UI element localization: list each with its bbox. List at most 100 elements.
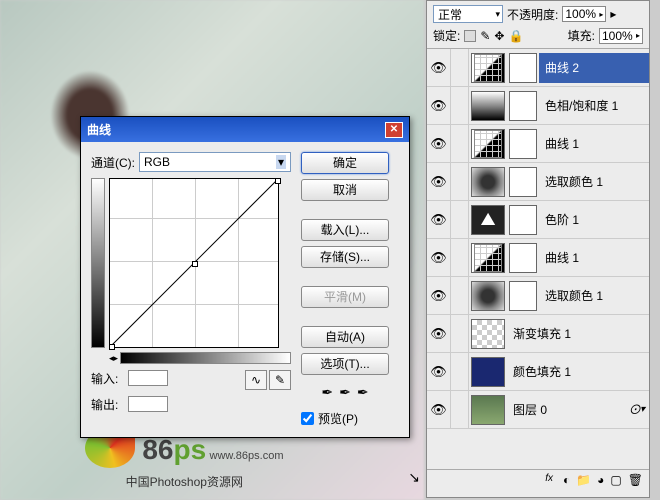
load-button[interactable]: 载入(L)... — [301, 219, 389, 241]
layer-row[interactable]: 👁 曲线 1 — [427, 125, 649, 163]
layer-row[interactable]: 👁 渐变填充 1 — [427, 315, 649, 353]
layer-mask-thumbnail[interactable] — [509, 205, 537, 235]
layer-row[interactable]: 👁 选取颜色 1 — [427, 277, 649, 315]
layer-name[interactable]: 选取颜色 1 — [539, 281, 649, 311]
black-eyedropper-icon[interactable]: ✒ — [321, 384, 333, 401]
layer-name[interactable]: 颜色填充 1 — [507, 357, 649, 387]
layer-thumbnail[interactable] — [471, 281, 505, 311]
dialog-titlebar[interactable]: 曲线 ✕ — [81, 117, 409, 142]
fx-icon[interactable]: fx — [545, 473, 553, 487]
save-button[interactable]: 存储(S)... — [301, 246, 389, 268]
horizontal-gradient — [120, 352, 291, 364]
link-slot[interactable] — [451, 49, 469, 86]
link-slot[interactable] — [451, 315, 469, 352]
curve-grid[interactable] — [109, 178, 279, 348]
layer-name[interactable]: 图层 0 — [507, 395, 630, 425]
channel-select[interactable]: RGB — [139, 152, 291, 172]
document-resize-icon[interactable]: ↘ — [408, 469, 420, 486]
layer-row[interactable]: 👁 图层 0⨀▾ — [427, 391, 649, 429]
layer-row[interactable]: 👁 选取颜色 1 — [427, 163, 649, 201]
output-field[interactable] — [128, 396, 168, 412]
visibility-eye-icon[interactable]: 👁 — [427, 391, 451, 428]
link-slot[interactable] — [451, 163, 469, 200]
options-button[interactable]: 选项(T)... — [301, 353, 389, 375]
layer-thumbnail[interactable] — [471, 53, 505, 83]
link-slot[interactable] — [451, 125, 469, 162]
layer-mask-thumbnail[interactable] — [509, 167, 537, 197]
layer-row[interactable]: 👁 色阶 1 — [427, 201, 649, 239]
visibility-eye-icon[interactable]: 👁 — [427, 125, 451, 162]
layer-thumbnail[interactable] — [471, 205, 505, 235]
layer-row[interactable]: 👁 色相/饱和度 1 — [427, 87, 649, 125]
layer-mask-thumbnail[interactable] — [509, 129, 537, 159]
layer-thumbnail[interactable] — [471, 319, 505, 349]
layer-name[interactable]: 曲线 2 — [539, 53, 649, 83]
lock-transparency-icon[interactable] — [464, 30, 476, 42]
link-slot[interactable] — [451, 201, 469, 238]
visibility-eye-icon[interactable]: 👁 — [427, 277, 451, 314]
layer-name[interactable]: 色阶 1 — [539, 205, 649, 235]
curve-point[interactable] — [109, 344, 115, 350]
opacity-label: 不透明度: — [507, 6, 558, 23]
visibility-eye-icon[interactable]: 👁 — [427, 353, 451, 390]
opacity-input[interactable]: 100% — [562, 6, 606, 22]
lock-move-icon[interactable]: ✥ — [494, 29, 504, 43]
adjustment-layer-icon[interactable]: ◕ — [597, 473, 604, 487]
layer-thumbnail[interactable] — [471, 395, 505, 425]
layer-thumbnail[interactable] — [471, 129, 505, 159]
pencil-mode-button[interactable]: ✎ — [269, 370, 291, 390]
panel-menu-icon[interactable]: ▸ — [610, 7, 616, 21]
curve-mode-button[interactable]: ∿ — [245, 370, 267, 390]
layer-name[interactable]: 曲线 1 — [539, 129, 649, 159]
visibility-eye-icon[interactable]: 👁 — [427, 239, 451, 276]
input-field[interactable] — [128, 370, 168, 386]
new-group-icon[interactable]: 📁 — [576, 473, 591, 487]
link-slot[interactable] — [451, 87, 469, 124]
white-eyedropper-icon[interactable]: ✒ — [357, 384, 369, 401]
lock-brush-icon[interactable]: ✎ — [480, 29, 490, 43]
curve-point[interactable] — [192, 261, 198, 267]
preview-checkbox[interactable]: 预览(P) — [301, 410, 389, 427]
delete-layer-icon[interactable]: 🗑 — [628, 473, 643, 487]
smooth-button: 平滑(M) — [301, 286, 389, 308]
layer-mask-icon[interactable]: ◐ — [563, 473, 570, 487]
lock-all-icon[interactable]: 🔒 — [508, 29, 523, 43]
blend-mode-select[interactable]: 正常 — [433, 5, 503, 23]
layer-row[interactable]: 👁 颜色填充 1 — [427, 353, 649, 391]
layer-row[interactable]: 👁 曲线 1 — [427, 239, 649, 277]
visibility-eye-icon[interactable]: 👁 — [427, 163, 451, 200]
curve-point[interactable] — [275, 178, 281, 184]
ok-button[interactable]: 确定 — [301, 152, 389, 174]
layer-mask-thumbnail[interactable] — [509, 53, 537, 83]
layer-name[interactable]: 色相/饱和度 1 — [539, 91, 649, 121]
fx-badge[interactable]: ⨀▾ — [630, 404, 645, 415]
link-slot[interactable] — [451, 239, 469, 276]
layer-name[interactable]: 选取颜色 1 — [539, 167, 649, 197]
visibility-eye-icon[interactable]: 👁 — [427, 49, 451, 86]
layer-thumbnail[interactable] — [471, 357, 505, 387]
new-layer-icon[interactable]: ▢ — [610, 473, 621, 487]
link-slot[interactable] — [451, 391, 469, 428]
auto-button[interactable]: 自动(A) — [301, 326, 389, 348]
visibility-eye-icon[interactable]: 👁 — [427, 87, 451, 124]
link-slot[interactable] — [451, 277, 469, 314]
layer-mask-thumbnail[interactable] — [509, 243, 537, 273]
cancel-button[interactable]: 取消 — [301, 179, 389, 201]
vertical-gradient — [91, 178, 105, 348]
gray-eyedropper-icon[interactable]: ✒ — [339, 384, 351, 401]
fill-input[interactable]: 100% — [599, 28, 643, 44]
visibility-eye-icon[interactable]: 👁 — [427, 201, 451, 238]
layer-name[interactable]: 渐变填充 1 — [507, 319, 649, 349]
layer-name[interactable]: 曲线 1 — [539, 243, 649, 273]
layer-thumbnail[interactable] — [471, 243, 505, 273]
layer-mask-thumbnail[interactable] — [509, 281, 537, 311]
layer-thumbnail[interactable] — [471, 91, 505, 121]
gradient-toggle-icon[interactable]: ◂▸ — [109, 353, 118, 364]
layer-mask-thumbnail[interactable] — [509, 91, 537, 121]
visibility-eye-icon[interactable]: 👁 — [427, 315, 451, 352]
layer-thumbnail[interactable] — [471, 167, 505, 197]
close-icon[interactable]: ✕ — [385, 122, 403, 138]
curves-dialog: 曲线 ✕ 通道(C): RGB ◂▸ — [80, 116, 410, 438]
link-slot[interactable] — [451, 353, 469, 390]
layer-row[interactable]: 👁 曲线 2 — [427, 49, 649, 87]
